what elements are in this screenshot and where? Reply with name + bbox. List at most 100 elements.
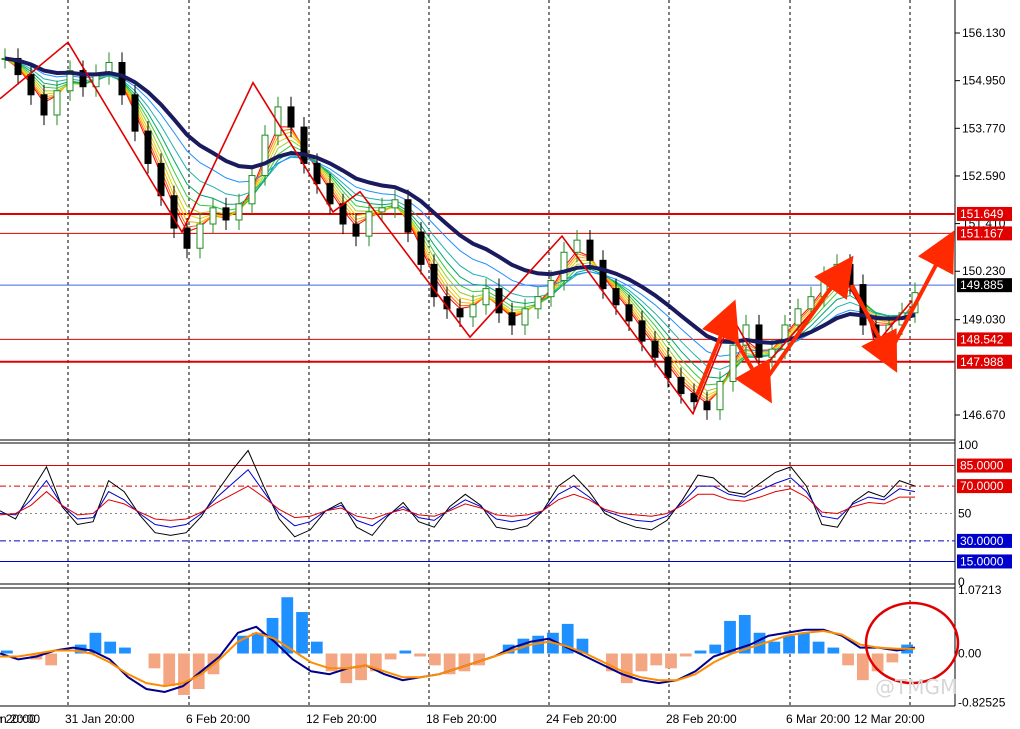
candle-body bbox=[417, 231, 425, 265]
macd-bar bbox=[251, 632, 264, 654]
candle-body bbox=[40, 94, 48, 116]
candle-body bbox=[690, 393, 698, 403]
macd-bar bbox=[827, 647, 840, 654]
candle-body bbox=[287, 106, 295, 128]
candle-body bbox=[534, 296, 542, 310]
candle-body bbox=[573, 239, 581, 253]
macd-bar bbox=[119, 647, 131, 654]
y-tick-label: 156.130 bbox=[962, 26, 1006, 40]
candle-body bbox=[677, 376, 685, 395]
candle-body bbox=[456, 308, 464, 318]
macd-bar bbox=[428, 653, 441, 666]
macd-bar bbox=[709, 644, 722, 654]
x-tick-label: 24 Feb 20:00 bbox=[546, 712, 617, 726]
level-badge-label: 151.167 bbox=[960, 226, 1004, 240]
level-badge-label: 70.0000 bbox=[960, 479, 1004, 493]
candle-body bbox=[625, 304, 633, 322]
x-tick-label: 18 Mar 20:00 bbox=[0, 712, 36, 726]
candle-body bbox=[404, 199, 412, 233]
level-badge-label: 15.0000 bbox=[960, 554, 1004, 568]
level-badge-label: 149.885 bbox=[960, 278, 1004, 292]
candle-body bbox=[313, 162, 321, 185]
macd-bar bbox=[635, 653, 648, 672]
macd-bar bbox=[163, 653, 176, 687]
candle-body bbox=[183, 227, 191, 249]
candle-body bbox=[495, 288, 503, 314]
y-tick-label: 50 bbox=[958, 507, 972, 521]
candle-body bbox=[638, 320, 646, 342]
x-tick-label: 6 Feb 20:00 bbox=[186, 712, 250, 726]
y-tick-label: 150.230 bbox=[962, 264, 1006, 278]
y-tick-label: -0.82525 bbox=[958, 695, 1006, 709]
y-tick-label: 154.950 bbox=[962, 74, 1006, 88]
candle-body bbox=[391, 199, 399, 209]
macd-bar bbox=[694, 650, 707, 654]
x-tick-label: 6 Mar 20:00 bbox=[786, 712, 850, 726]
macd-bar bbox=[768, 641, 781, 654]
watermark: @TMGM bbox=[875, 675, 957, 699]
candle-body bbox=[326, 183, 334, 205]
candle-body bbox=[144, 130, 152, 164]
candle-body bbox=[612, 288, 620, 306]
macd-bar bbox=[812, 641, 825, 654]
macd-bar bbox=[724, 620, 736, 654]
candle-body bbox=[846, 263, 854, 286]
level-badge-label: 147.988 bbox=[960, 355, 1004, 369]
x-tick-label: 31 Jan 20:00 bbox=[65, 712, 135, 726]
candle-body bbox=[53, 90, 61, 116]
macd-bar bbox=[384, 653, 397, 660]
candle-body bbox=[599, 259, 607, 290]
macd-bar bbox=[665, 653, 677, 669]
candle-body bbox=[703, 401, 711, 411]
level-badge-label: 30.0000 bbox=[960, 534, 1004, 548]
macd-bar bbox=[399, 650, 412, 654]
candle-body bbox=[365, 211, 373, 237]
candle-body bbox=[248, 175, 256, 205]
candle-body bbox=[508, 312, 516, 326]
macd-bar bbox=[783, 635, 795, 654]
macd-bar bbox=[842, 653, 854, 666]
macd-bar bbox=[650, 653, 663, 666]
candle-body bbox=[131, 94, 139, 132]
macd-bar bbox=[45, 653, 58, 666]
candle-body bbox=[664, 356, 672, 378]
x-tick-label: 18 Feb 20:00 bbox=[426, 712, 497, 726]
macd-bar bbox=[296, 612, 308, 654]
macd-bar bbox=[679, 653, 692, 657]
candle-body bbox=[586, 239, 594, 261]
candle-body bbox=[209, 207, 217, 225]
candle-body bbox=[261, 134, 269, 177]
y-tick-label: 100 bbox=[958, 438, 978, 452]
macd-bar bbox=[178, 653, 190, 695]
candle-body bbox=[157, 162, 165, 197]
macd-bar bbox=[1, 650, 13, 654]
level-badge-label: 85.0000 bbox=[960, 459, 1004, 473]
candle-body bbox=[378, 207, 386, 213]
y-tick-label: 146.670 bbox=[962, 408, 1006, 422]
candle-body bbox=[716, 380, 724, 411]
macd-bar bbox=[104, 641, 117, 654]
macd-bar bbox=[414, 653, 426, 657]
x-tick-label: 12 Feb 20:00 bbox=[306, 712, 377, 726]
macd-bar bbox=[856, 653, 869, 681]
candle-body bbox=[469, 304, 477, 318]
y-tick-label: 149.030 bbox=[962, 313, 1006, 327]
candle-body bbox=[222, 207, 230, 221]
y-tick-label: 0.00 bbox=[958, 647, 982, 661]
candle-body bbox=[729, 344, 737, 382]
macd-bar bbox=[886, 653, 899, 663]
candle-body bbox=[300, 126, 308, 164]
chart-background bbox=[0, 0, 1020, 729]
x-tick-label: 28 Feb 20:00 bbox=[666, 712, 737, 726]
candle-body bbox=[547, 280, 555, 298]
macd-bar bbox=[458, 653, 471, 672]
candle-body bbox=[651, 340, 659, 358]
y-tick-label: 153.770 bbox=[962, 121, 1006, 135]
candle-body bbox=[352, 223, 360, 237]
candle-body bbox=[794, 308, 802, 326]
price-chart: 156.130154.950153.770152.590151.410150.2… bbox=[0, 0, 1020, 729]
macd-bar bbox=[310, 641, 323, 654]
candle-body bbox=[807, 296, 815, 310]
macd-bar bbox=[620, 653, 633, 684]
candle-body bbox=[560, 251, 568, 282]
